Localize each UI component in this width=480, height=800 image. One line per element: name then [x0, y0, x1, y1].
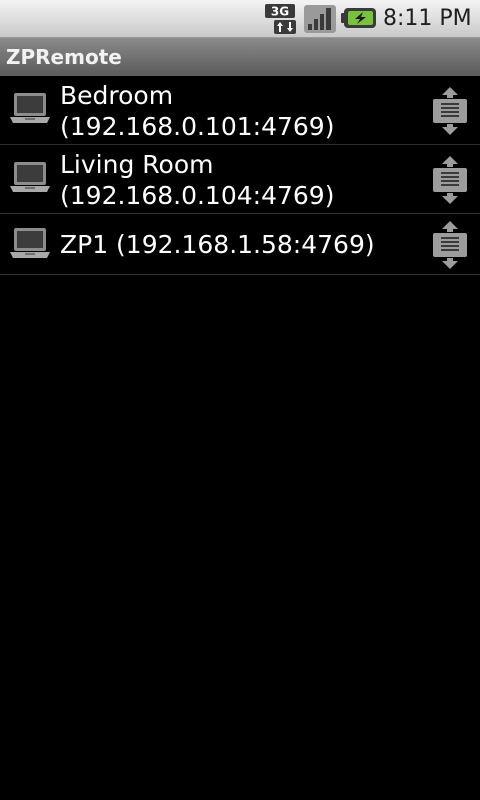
device-name: Bedroom [60, 81, 174, 110]
device-address: (192.168.0.101:4769) [60, 112, 335, 141]
list-item[interactable]: Bedroom (192.168.0.101:4769) [0, 76, 480, 145]
status-bar: 3G 8:11 PM [0, 0, 480, 38]
list-item[interactable]: ZP1 (192.168.1.58:4769) [0, 214, 480, 275]
drag-handle-icon[interactable] [431, 155, 469, 205]
drag-handle-icon[interactable] [431, 220, 469, 270]
network-type-label: 3G [271, 5, 289, 19]
device-label: Bedroom (192.168.0.101:4769) [60, 80, 420, 142]
device-list: Bedroom (192.168.0.101:4769) Living Room… [0, 76, 480, 275]
status-clock: 8:11 PM [383, 6, 472, 31]
signal-strength-icon [304, 5, 336, 33]
device-label: Living Room (192.168.0.104:4769) [60, 149, 420, 211]
battery-charging-icon [341, 8, 376, 28]
3g-data-icon: 3G [265, 4, 296, 34]
title-bar: ZPRemote [0, 38, 480, 76]
laptop-icon [10, 228, 50, 258]
device-name: Living Room [60, 150, 214, 179]
device-label: ZP1 (192.168.1.58:4769) [60, 230, 375, 259]
laptop-icon [10, 162, 50, 192]
drag-handle-icon[interactable] [431, 86, 469, 136]
laptop-icon [10, 93, 50, 123]
app-title: ZPRemote [6, 45, 122, 69]
device-address: (192.168.0.104:4769) [60, 181, 335, 210]
list-item[interactable]: Living Room (192.168.0.104:4769) [0, 145, 480, 214]
